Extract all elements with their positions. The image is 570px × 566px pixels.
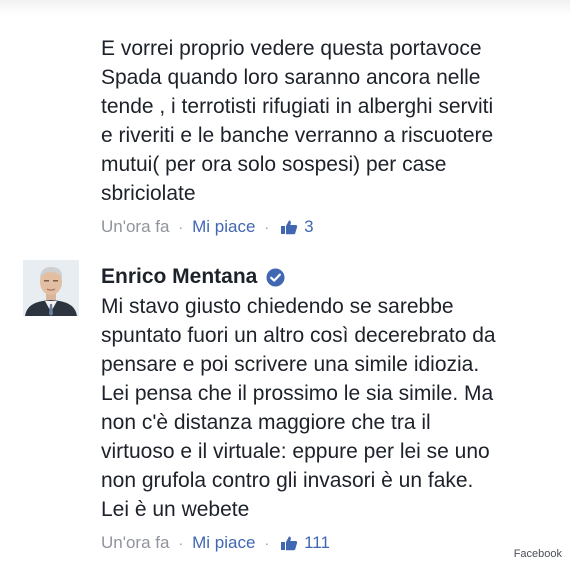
source-watermark: Facebook: [513, 548, 562, 560]
comment-text: Mi stavo giusto chiedendo se sarebbe spu…: [101, 295, 496, 521]
comment-actions: Un'ora fa · Mi piace · 3: [101, 217, 314, 237]
comment-actions: Un'ora fa · Mi piace · 111: [101, 533, 330, 553]
thumbs-up-icon[interactable]: [280, 535, 298, 551]
avatar[interactable]: [23, 260, 79, 316]
like-count[interactable]: 3: [304, 217, 313, 237]
separator-dot: ·: [264, 535, 270, 551]
separator-dot: ·: [178, 219, 184, 235]
thumbs-up-icon[interactable]: [280, 219, 298, 235]
comment-text: E vorrei proprio vedere questa portavoce…: [101, 37, 494, 205]
screenshot-top-edge: [0, 0, 570, 16]
comment-timestamp[interactable]: Un'ora fa: [101, 217, 169, 237]
author-name-link[interactable]: Enrico Mentana: [101, 265, 257, 289]
like-button[interactable]: Mi piace: [192, 217, 255, 237]
separator-dot: ·: [178, 535, 184, 551]
separator-dot: ·: [264, 219, 270, 235]
verified-badge-icon: [266, 267, 285, 287]
comment-timestamp[interactable]: Un'ora fa: [101, 533, 169, 553]
like-button[interactable]: Mi piace: [192, 533, 255, 553]
comment-author: Enrico Mentana: [101, 265, 285, 289]
like-count[interactable]: 111: [304, 533, 330, 553]
